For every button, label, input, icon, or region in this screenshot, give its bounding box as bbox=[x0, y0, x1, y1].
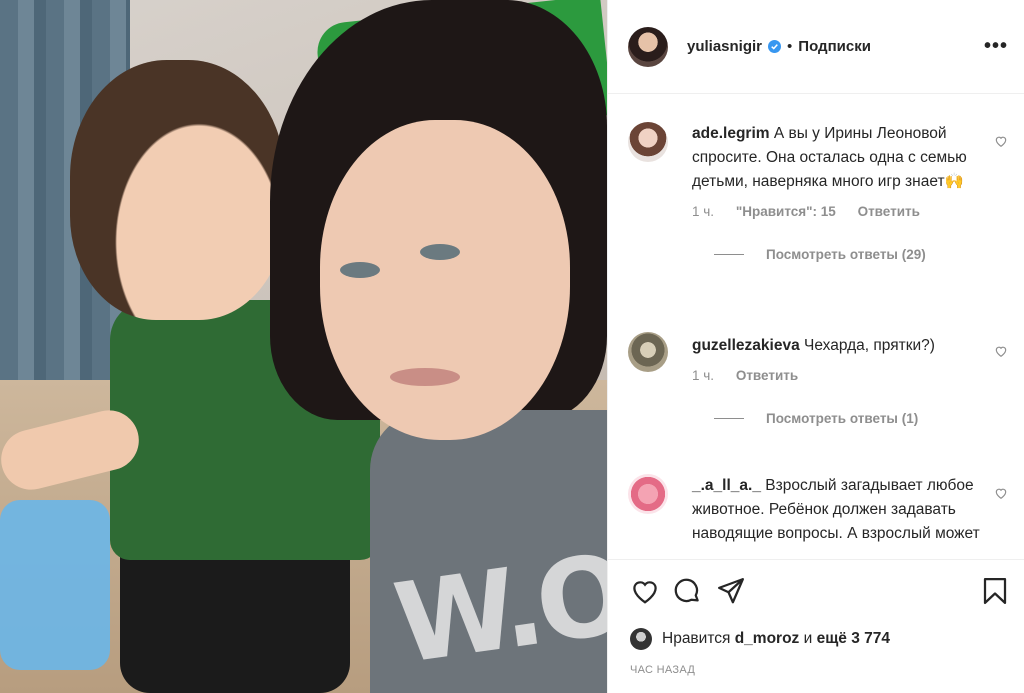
comment-body: ade.legrim А вы у Ирины Леоновой спросит… bbox=[692, 122, 982, 194]
likes-conj: и bbox=[803, 630, 813, 647]
view-replies-label: Посмотреть ответы (1) bbox=[766, 411, 919, 426]
comment-icon[interactable] bbox=[672, 576, 702, 606]
photo-eye bbox=[420, 244, 460, 260]
verified-badge-icon bbox=[768, 40, 782, 53]
comment-meta: 1 ч. "Нравится": 15 Ответить bbox=[692, 204, 1008, 219]
post-actions: Нравится d_moroz и ещё 3 774 ЧАС НАЗАД bbox=[608, 560, 1024, 693]
likes-summary: Нравится d_moroz и ещё 3 774 bbox=[630, 628, 890, 650]
post-timestamp[interactable]: ЧАС НАЗАД bbox=[630, 664, 695, 676]
liker-avatar[interactable] bbox=[630, 628, 652, 650]
post-side-panel: yuliasnigir • Подписки ••• ade.legrim А … bbox=[607, 0, 1024, 693]
comment-item: _.a_ll_a._ Взрослый загадывает любое жив… bbox=[628, 474, 1008, 546]
comment-item: ade.legrim А вы у Ирины Леоновой спросит… bbox=[628, 122, 1008, 262]
view-replies-button[interactable]: Посмотреть ответы (1) bbox=[714, 411, 1008, 426]
comment-like-icon[interactable] bbox=[994, 486, 1008, 500]
photo-eye bbox=[340, 262, 380, 278]
comment-body: guzellezakieva Чехарда, прятки?) bbox=[692, 332, 982, 358]
share-icon[interactable] bbox=[716, 576, 746, 606]
comment-username[interactable]: guzellezakieva bbox=[692, 337, 800, 354]
separator-dot: • bbox=[787, 38, 793, 55]
reply-button[interactable]: Ответить bbox=[858, 204, 920, 219]
comment-meta: 1 ч. Ответить bbox=[692, 368, 1008, 383]
comment-avatar[interactable] bbox=[628, 122, 668, 162]
reply-button[interactable]: Ответить bbox=[736, 368, 798, 383]
like-heart-icon[interactable] bbox=[630, 576, 660, 606]
comment-avatar[interactable] bbox=[628, 474, 668, 514]
post-photo[interactable]: W.O bbox=[0, 0, 607, 693]
following-button[interactable]: Подписки bbox=[798, 38, 871, 55]
comment-text: Чехарда, прятки?) bbox=[804, 337, 935, 354]
view-replies-label: Посмотреть ответы (29) bbox=[766, 247, 926, 262]
photo-lips bbox=[390, 368, 460, 386]
photo-puzzle bbox=[0, 500, 110, 670]
comment-body: _.a_ll_a._ Взрослый загадывает любое жив… bbox=[692, 474, 982, 546]
comment-username[interactable]: _.a_ll_a._ bbox=[692, 477, 761, 494]
comment-username[interactable]: ade.legrim bbox=[692, 125, 770, 142]
likes-prefix: Нравится bbox=[662, 630, 731, 647]
replies-divider bbox=[714, 418, 744, 419]
view-replies-button[interactable]: Посмотреть ответы (29) bbox=[714, 247, 1008, 262]
owner-username[interactable]: yuliasnigir bbox=[687, 38, 762, 55]
replies-divider bbox=[714, 254, 744, 255]
more-options-icon[interactable]: ••• bbox=[984, 35, 1008, 58]
liker-username[interactable]: d_moroz bbox=[735, 630, 800, 648]
bookmark-icon[interactable] bbox=[980, 576, 1010, 606]
comment-avatar[interactable] bbox=[628, 332, 668, 372]
post-header: yuliasnigir • Подписки ••• bbox=[608, 0, 1024, 94]
likes-count-button[interactable]: ещё 3 774 bbox=[817, 630, 890, 648]
photo-woman-face bbox=[320, 120, 570, 440]
photo-boy-head bbox=[70, 60, 285, 320]
comment-like-icon[interactable] bbox=[994, 344, 1008, 358]
owner-avatar[interactable] bbox=[628, 26, 668, 67]
comment-time: 1 ч. bbox=[692, 204, 715, 219]
comments-list[interactable]: ade.legrim А вы у Ирины Леоновой спросит… bbox=[608, 94, 1024, 560]
comment-like-icon[interactable] bbox=[994, 134, 1008, 148]
action-icons bbox=[630, 576, 1010, 606]
comment-likes[interactable]: "Нравится": 15 bbox=[736, 204, 836, 219]
comment-time: 1 ч. bbox=[692, 368, 715, 383]
comment-item: guzellezakieva Чехарда, прятки?) 1 ч. От… bbox=[628, 332, 1008, 426]
